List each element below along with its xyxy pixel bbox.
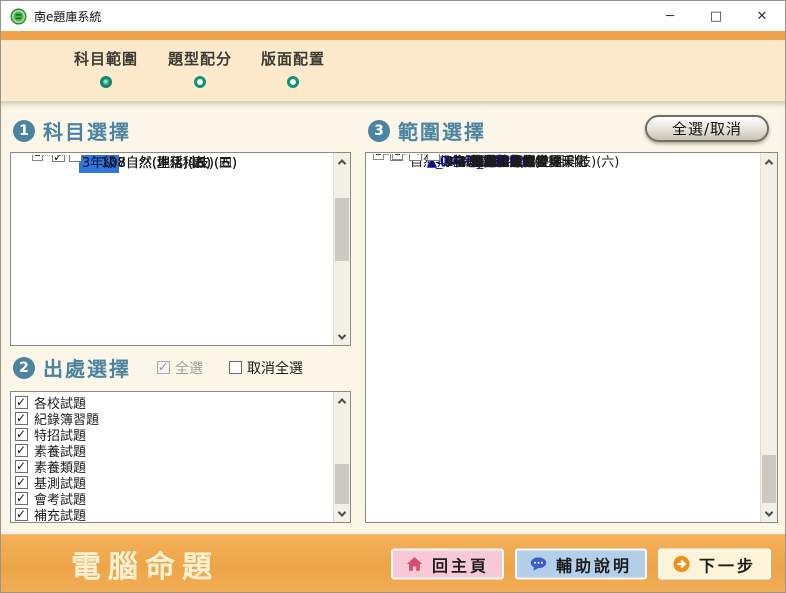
section-number-badge: 3 [368, 120, 390, 142]
section-number-badge: 2 [13, 357, 35, 379]
section-title: 科目選擇 [43, 116, 131, 145]
scroll-up-arrow[interactable] [334, 154, 350, 169]
step-dot-active [100, 76, 112, 88]
scroll-up-arrow[interactable] [761, 154, 777, 169]
select-all-checkbox[interactable] [157, 361, 170, 374]
list-checkbox[interactable] [15, 412, 28, 425]
close-button[interactable]: ✕ [739, 1, 785, 31]
scrollbar[interactable] [760, 153, 777, 522]
step-dot [194, 76, 206, 88]
deselect-all-checkbox[interactable] [229, 361, 242, 374]
source-section-header: 2 出處選擇 全選 取消全選 [13, 353, 303, 382]
home-icon [406, 556, 423, 573]
subject-tree-listbox: 107自然(生活科技)(二)2年級108自然(理化)(三)108自然(生活科技)… [10, 152, 351, 346]
collapse-toggle[interactable] [32, 155, 43, 161]
collapse-toggle[interactable] [392, 154, 403, 160]
list-checkbox[interactable] [15, 508, 28, 521]
scroll-down-arrow[interactable] [334, 506, 350, 521]
step-dot [287, 76, 299, 88]
tree-checkbox[interactable] [69, 155, 82, 162]
title-bar: 南e題庫系統 ─ □ ✕ [1, 1, 785, 31]
footer-bar: 電腦命題 回主頁 輔助說明 [1, 534, 785, 593]
list-item-label: 補充試題 [34, 505, 86, 523]
help-bubble-icon [530, 556, 547, 573]
tree-item-label[interactable]: 5-5:能源的未來發展 [445, 154, 562, 173]
deselect-all-option[interactable]: 取消全選 [229, 358, 303, 378]
window-title: 南e題庫系統 [34, 8, 101, 25]
collapse-toggle[interactable] [373, 154, 384, 160]
range-section-header: 3 範圍選擇 [368, 116, 486, 145]
list-checkbox[interactable] [15, 428, 28, 441]
source-listbox: 各校試題紀錄簿習題特招試題素養試題素養類題基測試題會考試題補充試題 [10, 391, 351, 523]
section-title: 出處選擇 [43, 353, 131, 382]
section-number-badge: 1 [13, 120, 35, 142]
maximize-button[interactable]: □ [693, 1, 739, 31]
scroll-down-arrow[interactable] [334, 329, 350, 344]
list-item[interactable]: 補充試題 [11, 506, 333, 522]
step-question-allocation[interactable]: 題型配分 [168, 48, 232, 88]
subject-section-header: 1 科目選擇 [13, 116, 131, 145]
scroll-down-arrow[interactable] [761, 506, 777, 521]
help-button[interactable]: 輔助說明 [515, 549, 647, 580]
scrollbar[interactable] [333, 392, 350, 522]
app-window: 南e題庫系統 ─ □ ✕ 科目範圍 題型配分 版面配置 1 科目選擇 [0, 0, 786, 593]
scroll-up-arrow[interactable] [334, 393, 350, 408]
list-checkbox[interactable] [15, 444, 28, 457]
next-arrow-icon [673, 556, 690, 573]
app-icon [10, 8, 27, 25]
minimize-button[interactable]: ─ [647, 1, 693, 31]
select-all-toggle-button[interactable]: 全選/取消 [645, 115, 769, 142]
list-checkbox[interactable] [15, 492, 28, 505]
home-button[interactable]: 回主頁 [391, 549, 504, 580]
section-title: 範圍選擇 [398, 116, 486, 145]
scrollbar[interactable] [333, 153, 350, 345]
list-checkbox[interactable] [15, 396, 28, 409]
range-tree-listbox: 3-1:地球的大氣3-2:天氣的要素3-3:氣團和鋒面3-4:臺灣常見的災變天氣… [365, 152, 778, 523]
list-checkbox[interactable] [15, 476, 28, 489]
orange-divider-strip [1, 31, 785, 40]
list-checkbox[interactable] [15, 460, 28, 473]
footer-brand: 電腦命題 [71, 542, 219, 586]
select-all-option[interactable]: 全選 [157, 358, 203, 378]
scrollbar-thumb[interactable] [335, 198, 349, 261]
wizard-stepper: 科目範圍 題型配分 版面配置 [1, 40, 785, 101]
next-step-button[interactable]: 下一步 [658, 549, 771, 580]
scrollbar-thumb[interactable] [335, 464, 349, 504]
tree-checkbox[interactable] [427, 154, 440, 161]
scrollbar-thumb[interactable] [762, 455, 776, 503]
main-content: 1 科目選擇 107自然(生活科技)(二)2年級108自然(理化)(三)108自… [1, 101, 785, 534]
step-subject-range[interactable]: 科目範圍 [74, 48, 138, 88]
step-layout-config[interactable]: 版面配置 [261, 48, 325, 88]
tree-item-label[interactable]: 108自然(理化)(六) [101, 155, 211, 173]
